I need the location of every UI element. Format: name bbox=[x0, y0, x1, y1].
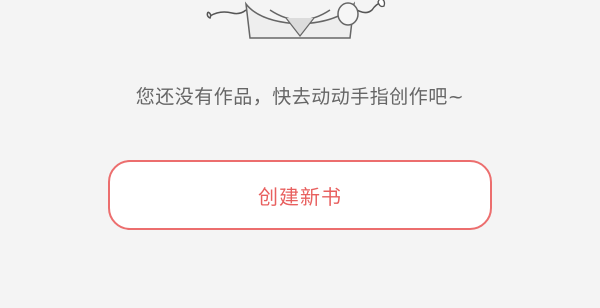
create-new-book-button[interactable]: 创建新书 bbox=[108, 160, 492, 230]
empty-works-screen: 您还没有作品，快去动动手指创作吧~ 创建新书 bbox=[0, 0, 600, 308]
create-new-book-label: 创建新书 bbox=[258, 184, 342, 209]
cartoon-character-icon bbox=[200, 0, 400, 40]
empty-state-message: 您还没有作品，快去动动手指创作吧~ bbox=[135, 86, 465, 108]
